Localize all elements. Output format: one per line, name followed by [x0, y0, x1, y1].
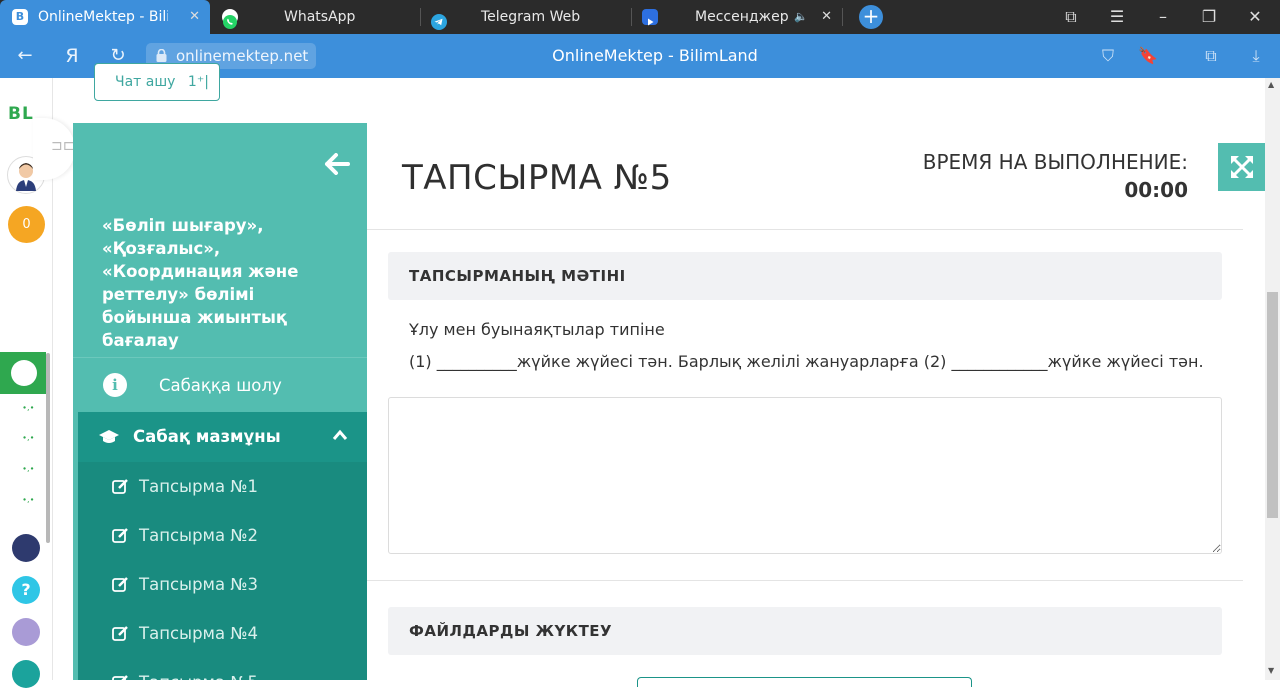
edit-icon: [112, 675, 128, 680]
close-tab-icon[interactable]: ✕: [821, 0, 832, 34]
answer-textarea[interactable]: [388, 397, 1222, 554]
chevron-up-icon: [332, 429, 348, 440]
upload-files-header: ФАЙЛДАРДЫ ЖҮКТЕУ: [388, 607, 1222, 655]
menu-item-overview[interactable]: i Сабаққа шолу: [73, 357, 367, 412]
download-icon[interactable]: ⤓: [1245, 45, 1267, 67]
collapse-icon: ⊐⊏: [51, 138, 75, 154]
close-window-icon[interactable]: ✕: [1232, 0, 1278, 34]
task-title: ТАПСЫРМА №5: [402, 158, 672, 198]
app-dot-icon[interactable]: ∙,∙: [22, 464, 35, 473]
tab-onlinemektep[interactable]: B OnlineMektep - BilimLand ✕: [0, 0, 210, 34]
menu-item-task-2[interactable]: Тапсырма №2: [73, 511, 367, 560]
tab-title: Telegram Web: [481, 9, 581, 25]
task-text-line: (1) __________жүйке жүйесі тән. Барлық ж…: [409, 352, 1204, 371]
menu-item-task-1[interactable]: Тапсырма №1: [73, 462, 367, 511]
points-badge[interactable]: 0: [8, 206, 45, 243]
upload-button[interactable]: [637, 677, 972, 687]
chat-icon: 1⁺|: [187, 74, 209, 90]
task-panel: ТАПСЫРМА №5 ВРЕМЯ НА ВЫПОЛНЕНИЕ: 00:00 Т…: [367, 123, 1266, 687]
expand-icon: [1231, 156, 1253, 178]
news-icon[interactable]: [12, 618, 40, 646]
tab-messenger[interactable]: Мессенджер 🔈 ✕: [632, 0, 842, 34]
timer-label: ВРЕМЯ НА ВЫПОЛНЕНИЕ:: [922, 150, 1188, 174]
tabs-list-icon[interactable]: ⧉: [1048, 0, 1094, 34]
whatsapp-icon: [222, 9, 238, 29]
fullscreen-button[interactable]: [1218, 143, 1266, 191]
bilimland-favicon-icon: B: [12, 9, 28, 25]
app-dot-icon[interactable]: ∙,∙: [22, 403, 35, 412]
edit-icon: [112, 528, 128, 543]
app-dot-icon[interactable]: ∙,∙: [22, 433, 35, 442]
page-scrollbar-thumb[interactable]: [1267, 292, 1278, 518]
back-arrow-icon[interactable]: [324, 153, 350, 175]
bilimland-logo[interactable]: BL: [8, 104, 34, 124]
tab-title: OnlineMektep - BilimLand: [38, 9, 168, 25]
menu-item-task-3[interactable]: Тапсырма №3: [73, 560, 367, 609]
edit-icon: [112, 479, 128, 494]
tab-title: WhatsApp: [284, 9, 356, 25]
tab-title: Мессенджер: [695, 9, 789, 25]
minimize-icon[interactable]: –: [1140, 0, 1186, 34]
close-tab-icon[interactable]: ✕: [189, 0, 200, 34]
new-tab-button[interactable]: +: [859, 5, 883, 29]
info-icon: i: [103, 373, 127, 397]
menu-item-task-4[interactable]: Тапсырма №4: [73, 609, 367, 658]
collapse-sidebar-button[interactable]: ⊐⊏: [33, 118, 75, 180]
task-text-header: ТАПСЫРМАНЫҢ МӘТІНІ: [388, 252, 1222, 300]
smart-nation-icon[interactable]: [12, 534, 40, 562]
lesson-title: «Бөліп шығару», «Қозғалыс», «Координация…: [102, 216, 299, 350]
browser-tab-bar: B OnlineMektep - BilimLand ✕ WhatsApp Te…: [0, 0, 1280, 34]
tab-telegram[interactable]: Telegram Web: [421, 0, 631, 34]
bookmark-icon[interactable]: 🔖: [1137, 45, 1159, 67]
telegram-icon: [431, 9, 447, 30]
lesson-menu: «Бөліп шығару», «Қозғалыс», «Координация…: [73, 123, 367, 680]
tab-whatsapp[interactable]: WhatsApp: [210, 0, 420, 34]
menu-section-content[interactable]: Сабақ мазмұны: [73, 412, 367, 462]
edit-icon: [112, 626, 128, 641]
menu-icon[interactable]: ☰: [1094, 0, 1140, 34]
app-dot-icon[interactable]: ∙,∙: [22, 495, 35, 504]
scroll-up-icon[interactable]: ▲: [1268, 80, 1274, 89]
open-chat-button[interactable]: Чат ашу 1⁺|: [94, 63, 220, 101]
protect-icon[interactable]: ⛉: [1097, 45, 1119, 67]
speaker-icon[interactable]: 🔈: [794, 0, 808, 34]
help-icon[interactable]: ?: [12, 576, 40, 604]
onlinemektep-app-icon[interactable]: [0, 352, 46, 394]
timer-value: 00:00: [1124, 178, 1188, 202]
messenger-icon: [642, 9, 658, 26]
scroll-down-icon[interactable]: ▼: [1268, 666, 1274, 675]
restore-icon[interactable]: ❐: [1186, 0, 1232, 34]
graduation-cap-icon: [99, 430, 119, 443]
collections-icon[interactable]: ⧉: [1200, 45, 1222, 67]
menu-item-task-5[interactable]: Тапсырма №5: [73, 658, 367, 680]
task-text-line: Ұлу мен буынаяқтылар типіне: [409, 320, 665, 339]
sidebar-scrollbar[interactable]: [46, 353, 50, 543]
bilim-icon[interactable]: [12, 660, 40, 688]
lesson-header: «Бөліп шығару», «Қозғалыс», «Координация…: [73, 123, 367, 357]
edit-icon: [112, 577, 128, 592]
